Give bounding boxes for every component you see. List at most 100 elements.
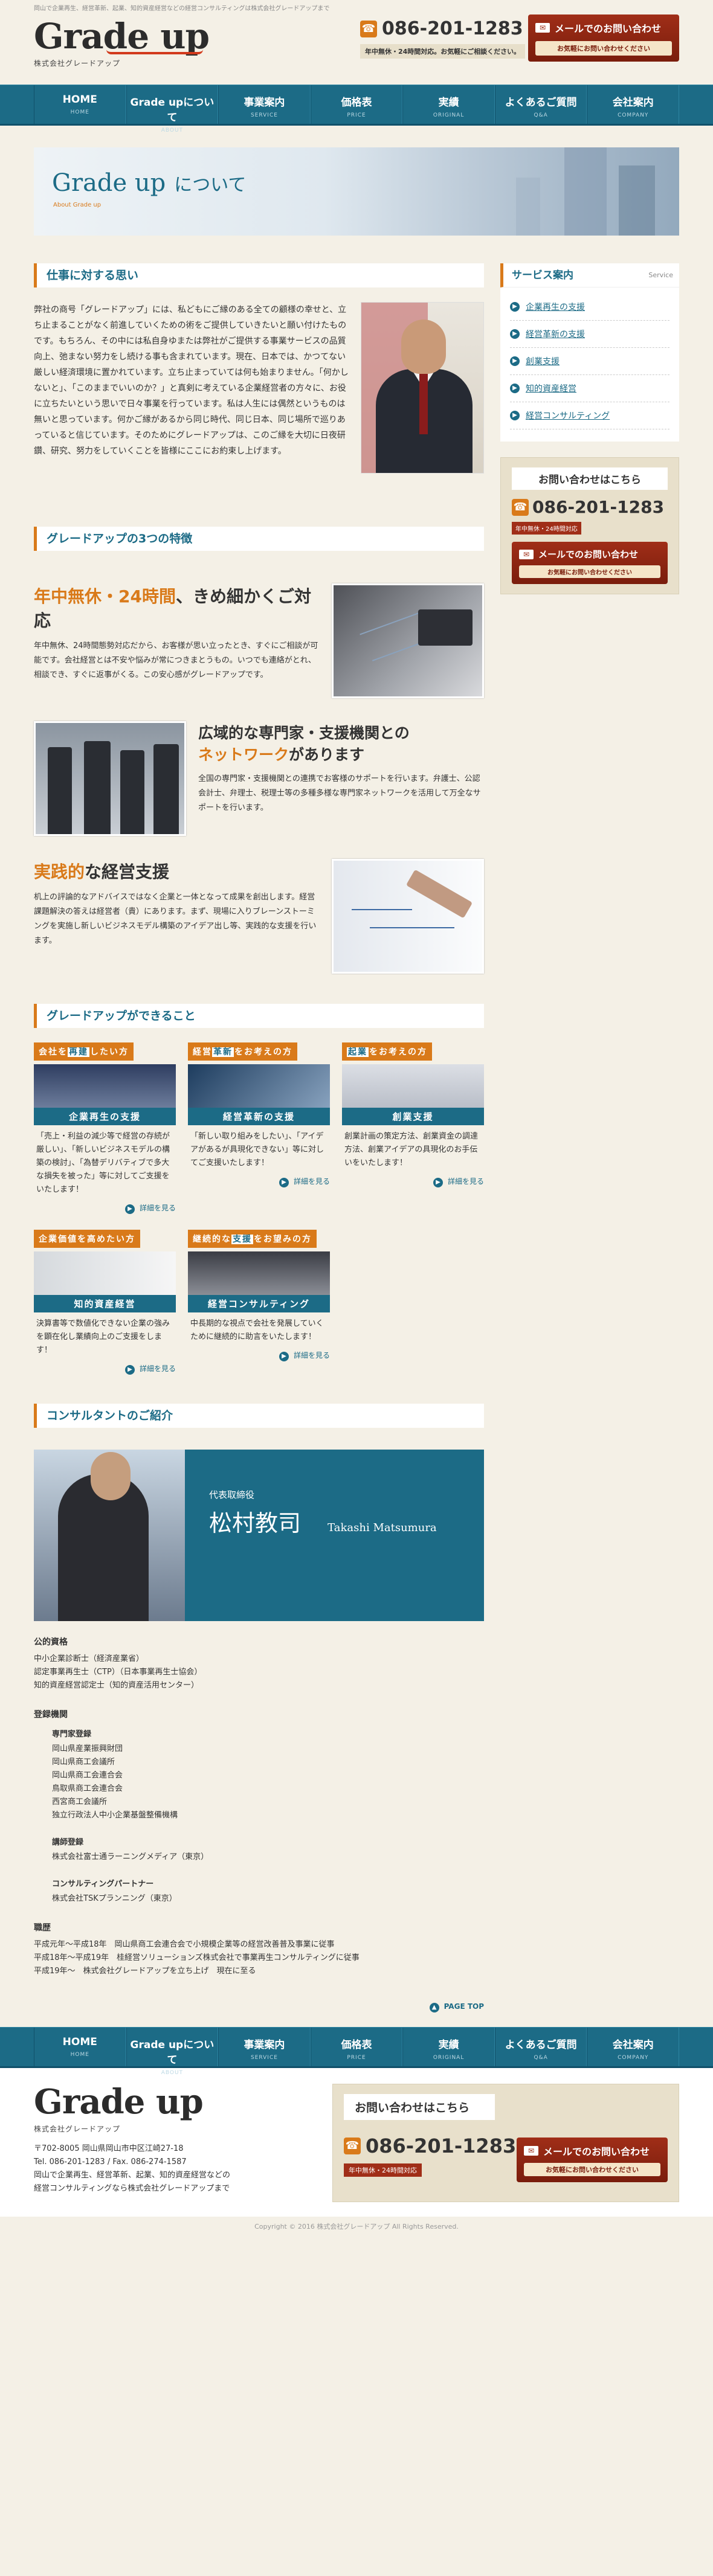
arrow-right-icon: ▶: [279, 1178, 289, 1187]
nav-item-about[interactable]: Grade upについて ABOUT: [126, 2028, 219, 2076]
feature-1-text: 年中無休、24時間態勢対応だから、お客様が思い立ったとき、すぐにご相談が可能です…: [34, 641, 318, 679]
page-hero: Grade up について About Grade up: [34, 147, 679, 236]
cando-tag-post: したい方: [90, 1047, 129, 1057]
nav-item-sublabel: SERVICE: [250, 2055, 278, 2061]
service-menu-title: サービス案内: [512, 269, 573, 281]
footer-addr-3: 岡山で企業再生、経営革新、起業、知的資産経営などの: [34, 2171, 231, 2180]
feature-1-photo: [332, 583, 484, 698]
cando-image: [34, 1064, 176, 1108]
career-item: 平成元年〜平成18年 岡山県商工会連合会で小規模企業等の経営改善普及事業に従事: [34, 1940, 335, 1949]
service-menu-item[interactable]: ▶ 経営革新の支援: [510, 321, 669, 348]
arrow-right-icon: ▶: [124, 1204, 135, 1214]
nav-item-home[interactable]: HOME HOME: [34, 85, 126, 124]
cando-more-link[interactable]: ▶ 詳細を見る: [188, 1176, 330, 1192]
cando-caption: 経営コンサルティング: [188, 1295, 330, 1312]
cando-more-label: 詳細を見る: [293, 1351, 330, 1360]
service-menu-item-label: 経営コンサルティング: [526, 411, 610, 421]
footer-mail-button[interactable]: ✉ メールでのお問い合わせ お気軽にお問い合わせください: [517, 2138, 668, 2182]
footer-tel[interactable]: 086-201-1283: [366, 2134, 516, 2157]
cando-card: 企業価値を高めたい方 知的資産経営 決算書等で数値化できない企業の強みを顕在化し業績…: [34, 1230, 176, 1380]
service-menu-item-label: 経営革新の支援: [526, 330, 585, 339]
footer-contact: お問い合わせはこちら ☎ 086-201-1283 年中無休・24時間対応 ✉ メー…: [332, 2084, 679, 2202]
nav-item-price[interactable]: 価格表 PRICE: [310, 2028, 403, 2066]
nav-item-original[interactable]: 実績 ORIGINAL: [402, 85, 495, 124]
feature-2-title: 広域的な専門家・支援機関との ネットワークがあります: [198, 721, 484, 765]
top-strip-text: 岡山で企業再生、経営革新、起業、知的資産経営などの経営コンサルティングは株式会社…: [34, 5, 330, 12]
hero-title: Grade up: [52, 169, 166, 197]
qual-title: 公的資格: [34, 1637, 68, 1647]
nav-item-label: HOME: [62, 94, 97, 106]
cando-caption: 企業再生の支援: [34, 1108, 176, 1125]
footer-logo-text[interactable]: Grade up: [34, 2084, 230, 2120]
cando-more-link[interactable]: ▶ 詳細を見る: [188, 1350, 330, 1366]
lecturers-item: 株式会社富士通ラーニングメディア（東京）: [52, 1852, 209, 1861]
arrow-right-icon: ▶: [433, 1178, 443, 1187]
hero-title-suffix: について: [174, 175, 247, 196]
nav-item-price[interactable]: 価格表 PRICE: [310, 85, 403, 124]
feature-1-accent: 年中無休・24時間: [34, 586, 176, 606]
cando-more-label: 詳細を見る: [139, 1204, 176, 1212]
feature-3-title: 実践的な経営支援: [34, 859, 320, 883]
service-menu-item[interactable]: ▶ 知的資産経営: [510, 375, 669, 402]
feature-2-title-text: があります: [289, 746, 365, 763]
header-mail-button[interactable]: ✉ メールでのお問い合わせ お気軽にお問い合わせください: [528, 14, 679, 62]
top-strip: 岡山で企業再生、経営革新、起業、知的資産経営などの経営コンサルティングは株式会社…: [34, 0, 679, 13]
nav-item-label: Grade upについて: [130, 2039, 215, 2066]
experts-item: 鳥取県商工会連合会: [52, 1784, 123, 1793]
page-top-label: PAGE TOP: [444, 2002, 484, 2011]
service-menu-item[interactable]: ▶ 創業支援: [510, 348, 669, 375]
cando-tag-post: を高めたい方: [77, 1235, 135, 1244]
cando-more-link[interactable]: ▶ 詳細を見る: [34, 1363, 176, 1380]
feature-3: 実践的な経営支援 机上の評論的なアドバイスではなく企業と一体となって成果を創出し…: [34, 859, 484, 974]
service-menu-item[interactable]: ▶ 経営コンサルティング: [510, 402, 669, 429]
sidebar-tel-note: 年中無休・24時間対応: [512, 522, 581, 535]
header-tel-number[interactable]: 086-201-1283: [382, 18, 523, 39]
consultant-name-en: Takashi Matsumura: [327, 1521, 437, 1534]
nav-item-home[interactable]: HOME HOME: [34, 2028, 126, 2066]
cando-tag-highlight: 革新: [212, 1047, 234, 1057]
cando-card: 経営 革新 をお考えの方 経営革新の支援 「新しい取り組みをしたい」、「アイデアがあるが…: [188, 1042, 330, 1219]
footer-logo-block: Grade up 株式会社グレードアップ 〒702-8005 岡山県岡山市中区江…: [34, 2084, 230, 2202]
logo-subtitle: 株式会社グレードアップ: [34, 59, 121, 68]
consultant-profile: 公的資格 中小企業診断士（経済産業省） 認定事業再生士（CTP）（日本事業再生士協…: [34, 1636, 484, 1978]
partners-item: 株式会社TSKプランニング（東京）: [52, 1894, 177, 1903]
cando-caption: 創業支援: [342, 1108, 484, 1125]
nav-item-qa[interactable]: よくあるご質問 Q&A: [494, 2028, 587, 2066]
career-title: 職歴: [34, 1923, 51, 1933]
phone-icon: ☎: [344, 2138, 361, 2154]
sidebar-tel[interactable]: 086-201-1283: [532, 497, 664, 517]
nav-item-qa[interactable]: よくあるご質問 Q&A: [494, 85, 587, 124]
nav-item-label: 実績: [438, 2039, 459, 2051]
arrow-right-icon: ▶: [510, 329, 520, 339]
footer-nav: HOME HOME Grade upについて ABOUT 事業案内 SERVICE 価格表 P…: [0, 2027, 713, 2076]
nav-item-company[interactable]: 会社案内 COMPANY: [587, 2028, 680, 2066]
nav-item-service[interactable]: 事業案内 SERVICE: [218, 2028, 311, 2066]
nav-item-label: 価格表: [341, 97, 372, 109]
page-title: Grade up について: [52, 169, 246, 197]
ceo-photo: [361, 302, 484, 474]
feature-3-accent: 実践的: [34, 862, 85, 882]
page-top-link[interactable]: ▲ PAGE TOP: [34, 2002, 484, 2012]
cando-more-link[interactable]: ▶ 詳細を見る: [342, 1176, 484, 1192]
logo-text: Grade up: [34, 16, 210, 57]
nav-item-original[interactable]: 実績 ORIGINAL: [402, 2028, 495, 2066]
cando-card: 起業 をお考えの方 創業支援 創業計画の策定方法、創業資金の調達方法、創業アイデアの具…: [342, 1042, 484, 1219]
footer-addr-2: Tel. 086-201-1283 / Fax. 086-274-1587: [34, 2157, 187, 2166]
nav-item-company[interactable]: 会社案内 COMPANY: [587, 85, 680, 124]
cando-tag: 継続的な 支援 をお望みの方: [188, 1230, 317, 1248]
nav-item-sublabel: COMPANY: [618, 112, 649, 118]
nav-item-service[interactable]: 事業案内 SERVICE: [218, 85, 311, 124]
nav-item-about[interactable]: Grade upについて ABOUT: [126, 85, 219, 133]
cando-grid: 会社を 再建 したい方 企業再生の支援 「売上・利益の減少等で経営の存続が厳しい」、「新…: [34, 1042, 484, 1380]
cando-tag-pre: 会社を: [39, 1047, 68, 1057]
nav-item-sublabel: ABOUT: [161, 127, 184, 133]
site-logo[interactable]: Grade up 株式会社グレードアップ: [34, 16, 210, 68]
nav-item-sublabel: COMPANY: [618, 2055, 649, 2061]
nav-item-label: 会社案内: [612, 2039, 654, 2051]
cando-more-link[interactable]: ▶ 詳細を見る: [34, 1203, 176, 1219]
cando-more-label: 詳細を見る: [447, 1177, 484, 1186]
sidebar-mail-button[interactable]: ✉ メールでのお問い合わせ お気軽にお問い合わせください: [512, 542, 668, 584]
phone-icon: ☎: [360, 20, 377, 37]
service-menu-item[interactable]: ▶ 企業再生の支援: [510, 294, 669, 321]
nav-item-sublabel: PRICE: [347, 2055, 366, 2061]
